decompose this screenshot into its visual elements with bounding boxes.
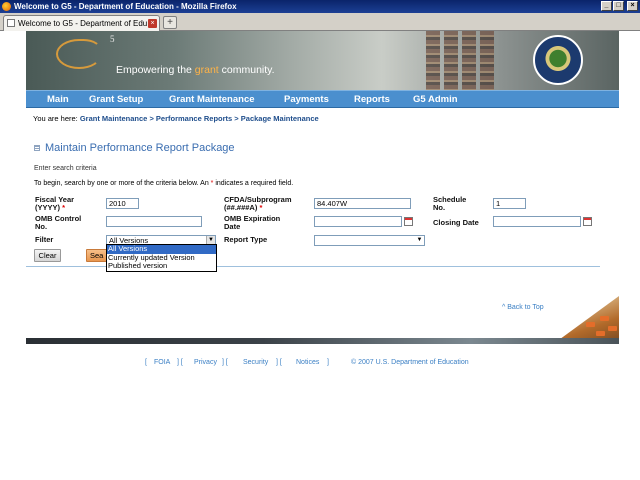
bookshelf-decoration bbox=[444, 31, 458, 90]
breadcrumb: You are here: Grant Maintenance > Perfor… bbox=[33, 114, 319, 123]
page-favicon-icon bbox=[7, 19, 15, 27]
footer-link-security[interactable]: Security bbox=[243, 359, 268, 366]
breadcrumb-separator: > bbox=[147, 114, 156, 123]
footer-bracket: ] [ bbox=[222, 359, 228, 366]
search-hint: Enter search criteria bbox=[34, 165, 97, 172]
cfda-label-line2: (##.###A) bbox=[224, 203, 258, 212]
desk-decoration bbox=[596, 331, 605, 336]
new-tab-button[interactable]: + bbox=[163, 16, 177, 29]
omb-control-input[interactable] bbox=[106, 216, 202, 227]
list-icon bbox=[34, 145, 40, 151]
omb-expiration-input[interactable] bbox=[314, 216, 402, 227]
nav-item-g5-admin[interactable]: G5 Admin bbox=[413, 91, 458, 108]
nav-item-main[interactable]: Main bbox=[47, 91, 69, 108]
cfda-input[interactable] bbox=[314, 198, 411, 209]
instructions-post: indicates a required field. bbox=[213, 180, 294, 187]
page-title: Maintain Performance Report Package bbox=[45, 142, 235, 154]
breadcrumb-item-package-maintenance[interactable]: Package Maintenance bbox=[241, 114, 319, 123]
bookshelf-decoration bbox=[462, 31, 476, 90]
bookshelf-decoration bbox=[480, 31, 494, 90]
nav-item-payments[interactable]: Payments bbox=[284, 91, 329, 108]
firefox-icon bbox=[2, 2, 11, 11]
fiscal-year-label-line2: (YYYY) bbox=[35, 203, 61, 212]
schedule-input[interactable] bbox=[493, 198, 526, 209]
tab-close-icon[interactable]: × bbox=[148, 19, 157, 28]
footer-bracket: ] [ bbox=[276, 359, 282, 366]
desk-decoration bbox=[600, 316, 609, 321]
breadcrumb-item-performance-reports[interactable]: Performance Reports bbox=[156, 114, 232, 123]
omb-control-label: OMB Control No. bbox=[35, 215, 81, 231]
required-mark: * bbox=[62, 203, 66, 212]
calendar-icon[interactable] bbox=[404, 217, 413, 226]
g5-banner: 5 Empowering the grant community. bbox=[26, 31, 619, 90]
tab-label: Welcome to G5 - Department of Edu... bbox=[18, 19, 154, 28]
window-titlebar: Welcome to G5 - Department of Education … bbox=[0, 0, 640, 13]
banner-tagline: Empowering the grant community. bbox=[116, 64, 275, 76]
minimize-button[interactable]: _ bbox=[601, 1, 612, 11]
tagline-accent: grant bbox=[194, 64, 219, 76]
schedule-label-line2: No. bbox=[433, 203, 446, 212]
browser-tab[interactable]: Welcome to G5 - Department of Edu... × bbox=[3, 15, 160, 31]
tagline-pre: Empowering the bbox=[116, 64, 195, 76]
cfda-label: CFDA/Subprogram (##.###A) * bbox=[224, 196, 292, 212]
footer-bar bbox=[26, 338, 619, 344]
instructions-pre: To begin, search by one or more of the c… bbox=[34, 180, 211, 187]
footer-link-privacy[interactable]: Privacy bbox=[194, 359, 217, 366]
window-title: Welcome to G5 - Department of Education … bbox=[14, 2, 237, 11]
main-navbar: Main Grant Setup Grant Maintenance Payme… bbox=[26, 90, 619, 108]
filter-option-published[interactable]: Published version bbox=[107, 261, 216, 271]
omb-expiration-label: OMB Expiration Date bbox=[224, 215, 280, 231]
search-instructions: To begin, search by one or more of the c… bbox=[34, 180, 293, 187]
footer-bracket: ] bbox=[327, 359, 329, 366]
desk-decoration bbox=[586, 322, 595, 327]
classroom-photo bbox=[556, 296, 619, 342]
filter-label: Filter bbox=[35, 235, 54, 244]
close-window-button[interactable]: × bbox=[627, 1, 638, 11]
breadcrumb-prefix: You are here: bbox=[33, 114, 80, 123]
schedule-label: Schedule No. bbox=[433, 196, 466, 212]
filter-dropdown-list: All Versions Currently updated Version P… bbox=[106, 244, 217, 272]
nav-item-grant-maintenance[interactable]: Grant Maintenance bbox=[169, 91, 255, 108]
maximize-button[interactable]: □ bbox=[613, 1, 624, 11]
bookshelf-decoration bbox=[426, 31, 440, 90]
breadcrumb-separator: > bbox=[232, 114, 241, 123]
window-controls: _ □ × bbox=[601, 1, 638, 11]
footer-link-foia[interactable]: FOIA bbox=[154, 359, 170, 366]
department-of-education-seal-icon bbox=[533, 35, 583, 85]
closing-date-label: Closing Date bbox=[433, 218, 479, 227]
desk-decoration bbox=[608, 326, 617, 331]
g5-page: 5 Empowering the grant community. Main G… bbox=[26, 31, 619, 380]
footer-bracket: ] [ bbox=[177, 359, 183, 366]
nav-item-grant-setup[interactable]: Grant Setup bbox=[89, 91, 143, 108]
footer-copyright: © 2007 U.S. Department of Education bbox=[351, 359, 469, 366]
fiscal-year-input[interactable] bbox=[106, 198, 139, 209]
breadcrumb-item-grant-maintenance[interactable]: Grant Maintenance bbox=[80, 114, 148, 123]
omb-control-label-line2: No. bbox=[35, 222, 48, 231]
back-to-top-link[interactable]: ^ Back to Top bbox=[502, 304, 544, 311]
calendar-icon[interactable] bbox=[583, 217, 592, 226]
g5-logo-icon bbox=[56, 39, 102, 69]
report-type-select[interactable]: ▼ bbox=[314, 235, 425, 246]
closing-date-input[interactable] bbox=[493, 216, 581, 227]
tagline-post: community. bbox=[218, 64, 275, 76]
fiscal-year-label: Fiscal Year (YYYY) * bbox=[35, 196, 74, 212]
footer-bracket: [ bbox=[145, 359, 147, 366]
clear-button[interactable]: Clear bbox=[34, 249, 61, 262]
omb-expiration-label-line2: Date bbox=[224, 222, 241, 231]
browser-viewport: 5 Empowering the grant community. Main G… bbox=[0, 31, 640, 480]
footer-link-notices[interactable]: Notices bbox=[296, 359, 319, 366]
browser-tabbar: Welcome to G5 - Department of Edu... × + bbox=[0, 13, 640, 31]
nav-item-reports[interactable]: Reports bbox=[354, 91, 390, 108]
g5-logo-superscript: 5 bbox=[110, 34, 115, 44]
chevron-down-icon[interactable]: ▼ bbox=[415, 236, 424, 245]
report-type-label: Report Type bbox=[224, 235, 268, 244]
required-mark: * bbox=[259, 203, 263, 212]
